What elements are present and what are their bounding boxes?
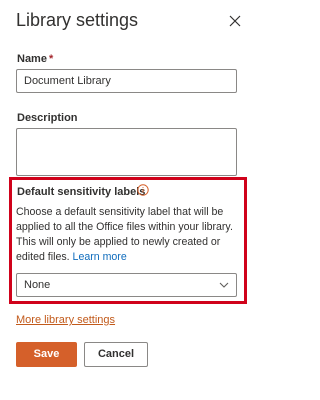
dropdown-selected-value: None <box>24 279 51 291</box>
info-icon[interactable] <box>137 184 149 196</box>
description-label: Description <box>17 112 78 124</box>
chevron-down-icon <box>219 282 229 288</box>
required-marker: * <box>48 53 54 65</box>
sensitivity-dropdown[interactable]: None <box>16 273 237 297</box>
sensitivity-label: Default sensitivity labels <box>17 186 146 198</box>
learn-more-link[interactable]: Learn more <box>73 251 127 263</box>
save-button[interactable]: Save <box>16 342 77 367</box>
more-library-settings-link[interactable]: More library settings <box>16 314 115 326</box>
panel-title: Library settings <box>16 10 139 30</box>
name-label: Name * <box>17 53 54 65</box>
cancel-button[interactable]: Cancel <box>84 342 148 367</box>
name-input[interactable] <box>16 69 237 93</box>
close-icon[interactable] <box>228 14 242 28</box>
sensitivity-description: Choose a default sensitivity label that … <box>16 205 242 265</box>
description-input[interactable] <box>16 128 237 176</box>
